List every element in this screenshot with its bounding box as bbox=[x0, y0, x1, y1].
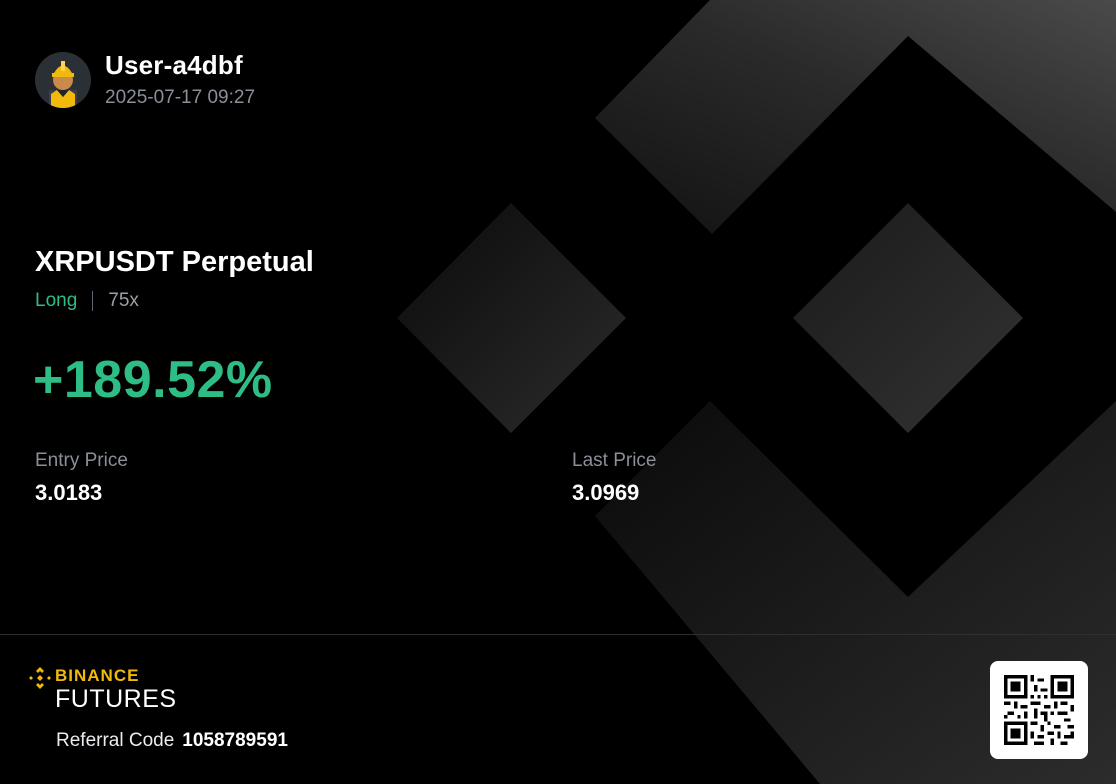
qr-code-box bbox=[990, 661, 1088, 759]
position-side: Long bbox=[35, 290, 78, 311]
last-price-block: Last Price 3.0969 bbox=[572, 448, 656, 508]
user-header: User-a4dbf 2025-07-17 09:27 bbox=[35, 50, 255, 110]
binance-diamond-logo-icon bbox=[29, 667, 51, 689]
last-price-value: 3.0969 bbox=[572, 480, 640, 505]
pnl-share-card: User-a4dbf 2025-07-17 09:27 XRPUSDT Perp… bbox=[0, 0, 1116, 784]
entry-price-value: 3.0183 bbox=[35, 480, 103, 505]
brand-lockup: BINANCE FUTURES bbox=[28, 666, 177, 712]
referral-block: Referral Code 1058789591 bbox=[56, 728, 288, 754]
referral-label: Referral Code bbox=[56, 730, 175, 751]
share-timestamp: 2025-07-17 09:27 bbox=[105, 87, 256, 108]
last-price-label: Last Price bbox=[572, 450, 657, 471]
avatar bbox=[35, 52, 91, 108]
brand-product: FUTURES bbox=[55, 685, 177, 713]
qr-code-icon bbox=[1004, 675, 1074, 745]
worker-hardhat-avatar-icon bbox=[35, 52, 91, 108]
entry-price-block: Entry Price 3.0183 bbox=[35, 448, 128, 508]
tag-separator bbox=[92, 291, 94, 311]
username: User-a4dbf bbox=[105, 50, 243, 80]
entry-price-label: Entry Price bbox=[35, 450, 128, 471]
footer-divider bbox=[0, 634, 1116, 635]
contract-symbol: XRPUSDT Perpetual bbox=[35, 246, 314, 278]
position-tags: Long 75x bbox=[35, 288, 139, 314]
leverage: 75x bbox=[108, 290, 139, 311]
referral-code: 1058789591 bbox=[182, 730, 288, 751]
pnl-percentage: +189.52% bbox=[33, 351, 273, 409]
brand-name: BINANCE bbox=[55, 666, 140, 685]
